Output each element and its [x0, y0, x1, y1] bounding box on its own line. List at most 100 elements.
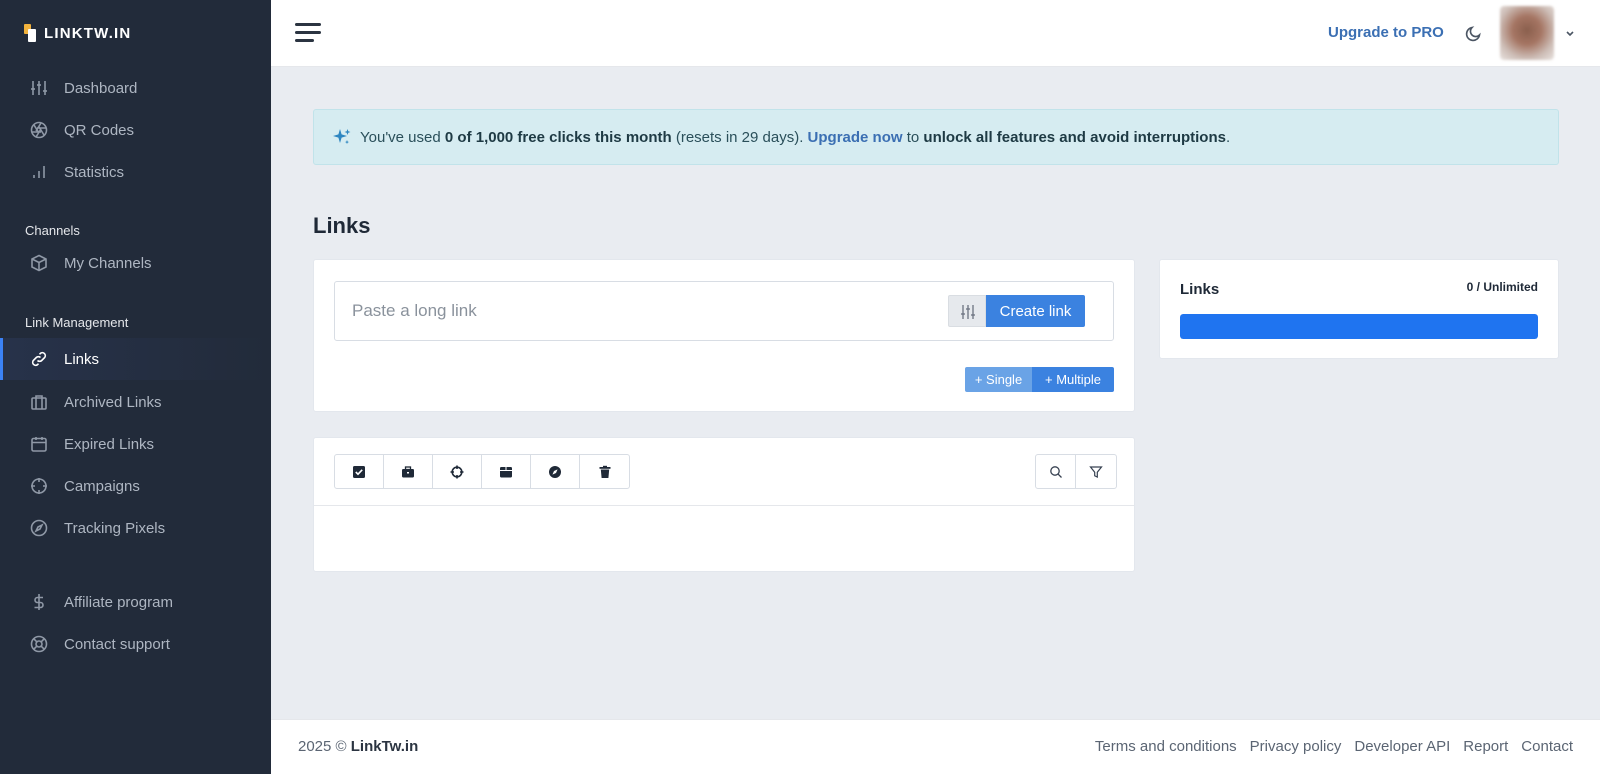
- sidebar-item-contact-support[interactable]: Contact support: [0, 623, 271, 665]
- footer-link-developer-api[interactable]: Developer API: [1354, 738, 1450, 755]
- footer-link-contact[interactable]: Contact: [1521, 738, 1573, 755]
- sidebar-item-my-channels[interactable]: My Channels: [0, 242, 271, 284]
- assign-campaign-button[interactable]: [433, 455, 482, 488]
- sidebar-item-tracking-pixels[interactable]: Tracking Pixels: [0, 507, 271, 549]
- sidebar-item-label: Campaigns: [64, 477, 140, 495]
- alert-benefit: unlock all features and avoid interrupti…: [923, 128, 1226, 146]
- briefcase-icon: [30, 393, 48, 411]
- create-link-card: Create link + Single + Multiple: [313, 259, 1135, 412]
- copyright-brand[interactable]: LinkTw.in: [351, 738, 419, 755]
- calendar-icon: [30, 435, 48, 453]
- select-all-button[interactable]: [335, 455, 384, 488]
- footer-link-terms[interactable]: Terms and conditions: [1095, 738, 1237, 755]
- alert-text: You've used 0 of 1,000 free clicks this …: [360, 129, 1230, 146]
- select-all-icon: [353, 465, 365, 478]
- search-filter-toolbar: [1035, 454, 1117, 489]
- sidebar-item-label: QR Codes: [64, 121, 135, 139]
- sidebar-item-qr-codes[interactable]: QR Codes: [0, 109, 271, 151]
- search-icon: [1049, 465, 1062, 478]
- archive-icon: [500, 466, 512, 477]
- dark-mode-moon-icon[interactable]: [1465, 24, 1483, 42]
- sidebar-item-label: Statistics: [64, 163, 125, 181]
- upgrade-now-link[interactable]: Upgrade now: [808, 129, 903, 146]
- sliders-icon: [30, 79, 48, 97]
- page-title: Links: [313, 213, 371, 238]
- sidebar-item-label: Dashboard: [64, 79, 138, 97]
- alert-usage: 0 of 1,000 free clicks this month: [444, 128, 672, 146]
- links-progress-bar: [1180, 314, 1538, 339]
- sidebar-item-label: My Channels: [64, 254, 152, 272]
- assign-channel-button[interactable]: [482, 455, 531, 488]
- copyright: 2025 © LinkTw.in: [298, 738, 418, 755]
- bar-chart-icon: [30, 163, 48, 181]
- single-mode-button[interactable]: + Single: [965, 367, 1032, 392]
- life-buoy-icon: [30, 635, 48, 653]
- trash-icon: [599, 465, 610, 478]
- sidebar-item-campaigns[interactable]: Campaigns: [0, 465, 271, 507]
- copyright-year: 2025 ©: [298, 738, 351, 755]
- sidebar-item-label: Links: [64, 350, 100, 368]
- alert-suffix: .: [1225, 128, 1231, 146]
- compass-icon: [30, 519, 48, 537]
- filter-button[interactable]: [1076, 455, 1116, 488]
- create-link-button[interactable]: Create link: [986, 295, 1085, 327]
- stats-count: 0 / Unlimited: [1466, 280, 1538, 294]
- links-list-card: [313, 437, 1135, 572]
- sidebar-item-dashboard[interactable]: Dashboard: [0, 67, 271, 109]
- box-icon: [30, 254, 48, 272]
- bulk-actions-toolbar: [334, 454, 630, 489]
- main-content: You've used 0 of 1,000 free clicks this …: [271, 67, 1600, 719]
- search-button[interactable]: [1036, 455, 1076, 488]
- alert-prefix: You've used: [360, 128, 445, 146]
- alert-middle: to: [902, 128, 924, 146]
- delete-selected-button[interactable]: [580, 455, 629, 488]
- footer-link-report[interactable]: Report: [1463, 738, 1508, 755]
- menu-toggle-icon[interactable]: [295, 23, 321, 43]
- footer-links: Terms and conditions Privacy policy Deve…: [1095, 738, 1573, 755]
- sidebar: LINKTW.IN Dashboard QR Codes Statistics …: [0, 0, 271, 774]
- list-divider: [314, 505, 1134, 506]
- sidebar-item-label: Affiliate program: [64, 593, 173, 611]
- filter-icon: [1089, 465, 1103, 478]
- aperture-icon: [30, 121, 48, 139]
- sidebar-item-affiliate-program[interactable]: Affiliate program: [0, 581, 271, 623]
- stats-title: Links: [1180, 281, 1220, 298]
- sidebar-item-expired-links[interactable]: Expired Links: [0, 423, 271, 465]
- brand-logo[interactable]: LINKTW.IN: [24, 24, 131, 42]
- footer: 2025 © LinkTw.in Terms and conditions Pr…: [271, 719, 1600, 774]
- sidebar-item-archived-links[interactable]: Archived Links: [0, 381, 271, 423]
- sidebar-item-label: Tracking Pixels: [64, 519, 166, 537]
- compass-icon: [549, 465, 561, 478]
- links-usage-card: Links 0 / Unlimited: [1159, 259, 1559, 359]
- sidebar-item-links[interactable]: Links: [0, 338, 271, 380]
- brand-name: LINKTW.IN: [44, 24, 132, 42]
- logo-icon: [24, 24, 38, 42]
- dollar-icon: [30, 593, 48, 611]
- progress-fill: [1180, 314, 1538, 339]
- sidebar-item-statistics[interactable]: Statistics: [0, 151, 271, 193]
- chevron-down-icon[interactable]: [1564, 26, 1576, 38]
- sliders-icon: [961, 305, 975, 319]
- archive-selected-button[interactable]: [384, 455, 433, 488]
- crosshair-icon: [450, 465, 464, 478]
- link-options-button[interactable]: [948, 295, 986, 327]
- link-icon: [30, 350, 48, 368]
- upgrade-to-pro-link[interactable]: Upgrade to PRO: [1328, 24, 1444, 41]
- assign-pixel-button[interactable]: [531, 455, 580, 488]
- avatar[interactable]: [1500, 6, 1554, 60]
- usage-alert: You've used 0 of 1,000 free clicks this …: [313, 109, 1559, 165]
- crosshair-icon: [30, 477, 48, 495]
- sparkles-icon: [332, 127, 352, 147]
- section-label-link-management: Link Management: [25, 315, 129, 330]
- section-label-channels: Channels: [25, 223, 80, 238]
- footer-link-privacy[interactable]: Privacy policy: [1250, 738, 1342, 755]
- sidebar-item-label: Expired Links: [64, 435, 155, 453]
- multiple-mode-button[interactable]: + Multiple: [1032, 367, 1114, 392]
- briefcase-icon: [402, 465, 414, 477]
- long-link-input[interactable]: [335, 282, 935, 340]
- topbar: Upgrade to PRO: [271, 0, 1600, 67]
- sidebar-item-label: Archived Links: [64, 393, 162, 411]
- sidebar-item-label: Contact support: [64, 635, 170, 653]
- long-link-field: Create link: [334, 281, 1114, 341]
- alert-resets: (resets in 29 days).: [671, 128, 808, 146]
